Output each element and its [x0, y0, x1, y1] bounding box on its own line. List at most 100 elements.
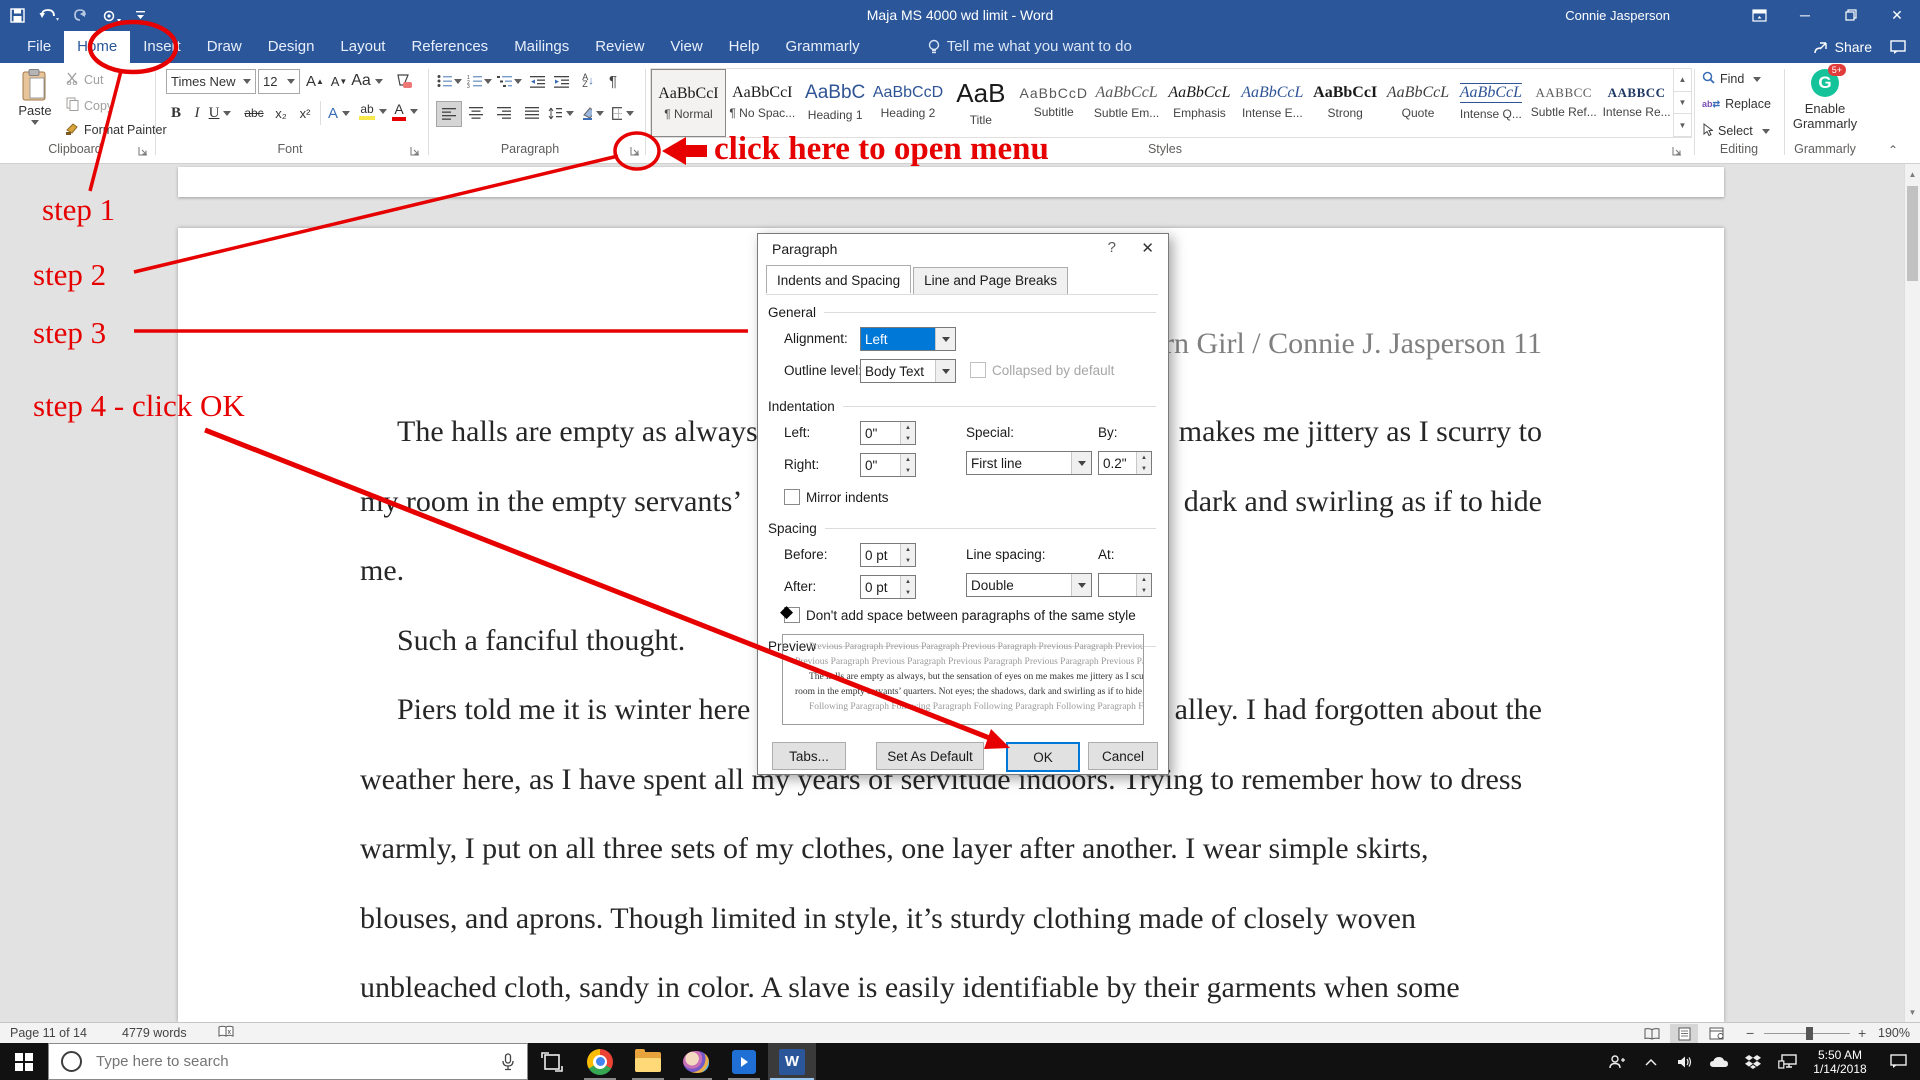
minimize-button[interactable]: ─: [1782, 0, 1828, 30]
zoom-level[interactable]: 190%: [1878, 1026, 1910, 1040]
spin-down-icon[interactable]: ▼: [1137, 585, 1151, 596]
spin-up-icon[interactable]: ▲: [901, 454, 915, 465]
increase-indent-button[interactable]: [550, 69, 572, 93]
alignment-dropdown[interactable]: Left: [860, 327, 956, 351]
word-count[interactable]: 4779 words: [122, 1026, 187, 1040]
subscript-button[interactable]: x₂: [270, 101, 292, 125]
spin-down-icon[interactable]: ▼: [901, 555, 915, 566]
taskbar-file-explorer[interactable]: [624, 1043, 672, 1080]
superscript-button[interactable]: x²: [294, 101, 316, 125]
set-as-default-button[interactable]: Set As Default: [876, 742, 984, 770]
taskbar-movies-app[interactable]: [720, 1043, 768, 1080]
page-indicator[interactable]: Page 11 of 14: [10, 1026, 87, 1040]
font-name-combo[interactable]: Times New Ro: [166, 69, 256, 94]
cancel-button[interactable]: Cancel: [1088, 742, 1158, 770]
spin-up-icon[interactable]: ▲: [1137, 452, 1151, 463]
spin-down-icon[interactable]: ▼: [901, 465, 915, 476]
dialog-close-icon[interactable]: ✕: [1141, 239, 1154, 257]
style-normal[interactable]: AaBbCcI ¶ Normal: [651, 69, 726, 137]
copy-button[interactable]: Copy: [66, 97, 113, 114]
tab-view[interactable]: View: [657, 31, 715, 63]
style-no-spacing[interactable]: AaBbCcI ¶ No Spac...: [726, 69, 799, 135]
vertical-scrollbar[interactable]: ▲ ▼: [1904, 164, 1920, 1022]
italic-button[interactable]: I: [188, 101, 206, 125]
zoom-in-icon[interactable]: +: [1858, 1025, 1866, 1041]
style-strong[interactable]: AaBbCcI Strong: [1309, 69, 1382, 135]
line-spacing-button[interactable]: [548, 101, 578, 125]
tabs-button[interactable]: Tabs...: [772, 742, 846, 770]
collapse-ribbon-icon[interactable]: ⌃: [1888, 143, 1898, 157]
style-emphasis[interactable]: AaBbCcL Emphasis: [1163, 69, 1236, 135]
sort-button[interactable]: A Z ↓: [576, 69, 600, 93]
by-spinner[interactable]: 0.2" ▲ ▼: [1098, 451, 1152, 475]
indent-left-spinner[interactable]: 0" ▲ ▼: [860, 421, 916, 445]
align-left-button[interactable]: [436, 101, 462, 127]
replace-button[interactable]: ab⇄ Replace: [1702, 97, 1771, 111]
clipboard-dialog-launcher-icon[interactable]: [138, 144, 152, 158]
grow-font-button[interactable]: A ▲: [304, 69, 326, 93]
styles-more-icon[interactable]: ▼: [1674, 114, 1691, 138]
enable-grammarly-button[interactable]: G 5+ Enable Grammarly: [1790, 64, 1860, 131]
bullets-button[interactable]: [436, 69, 462, 93]
style-heading-1[interactable]: AaBbC Heading 1: [799, 69, 872, 135]
tab-references[interactable]: References: [398, 31, 501, 63]
styles-dialog-launcher-icon[interactable]: [1672, 144, 1686, 158]
align-right-button[interactable]: [492, 101, 516, 125]
style-intense-emphasis[interactable]: AaBbCcL Intense E...: [1236, 69, 1309, 135]
tab-grammarly[interactable]: Grammarly: [773, 31, 873, 63]
justify-button[interactable]: [520, 101, 544, 125]
taskbar-chrome[interactable]: [576, 1043, 624, 1080]
text-effects-button[interactable]: A: [326, 101, 356, 125]
line-spacing-dropdown[interactable]: Double: [966, 573, 1092, 597]
taskbar-word[interactable]: W: [768, 1043, 816, 1080]
styles-scroll-up-icon[interactable]: ▲: [1674, 69, 1691, 92]
spin-down-icon[interactable]: ▼: [1137, 463, 1151, 474]
volume-icon[interactable]: [1668, 1043, 1702, 1080]
start-button[interactable]: [0, 1043, 48, 1080]
tab-help[interactable]: Help: [716, 31, 773, 63]
style-title[interactable]: AaB Title: [944, 69, 1017, 135]
font-color-button[interactable]: A: [392, 99, 422, 123]
spin-down-icon[interactable]: ▼: [901, 587, 915, 598]
spin-up-icon[interactable]: ▲: [901, 544, 915, 555]
tab-review[interactable]: Review: [582, 31, 657, 63]
shading-button[interactable]: [582, 101, 608, 125]
numbering-button[interactable]: 123: [466, 69, 492, 93]
strikethrough-button[interactable]: abc: [240, 101, 268, 125]
style-quote[interactable]: AaBbCcL Quote: [1382, 69, 1455, 135]
at-spinner[interactable]: ▲ ▼: [1098, 573, 1152, 597]
read-mode-icon[interactable]: [1638, 1024, 1666, 1043]
paragraph-dialog-launcher-icon[interactable]: [630, 144, 644, 158]
tell-me-box[interactable]: Tell me what you want to do: [928, 38, 1132, 63]
tab-design[interactable]: Design: [255, 31, 328, 63]
action-center-icon[interactable]: [1876, 1043, 1920, 1080]
decrease-indent-button[interactable]: [526, 69, 548, 93]
style-intense-reference[interactable]: AABBCC Intense Re...: [1600, 69, 1673, 135]
tab-draw[interactable]: Draw: [194, 31, 255, 63]
select-button[interactable]: Select: [1702, 122, 1774, 139]
dropbox-icon[interactable]: [1736, 1043, 1770, 1080]
zoom-slider-thumb[interactable]: [1806, 1027, 1813, 1040]
restore-button[interactable]: [1828, 0, 1874, 30]
font-size-combo[interactable]: 12: [258, 69, 300, 94]
outline-level-dropdown[interactable]: Body Text: [860, 359, 956, 383]
shrink-font-button[interactable]: A ▼: [328, 69, 350, 93]
comments-icon[interactable]: [1890, 40, 1906, 54]
ribbon-display-options-icon[interactable]: [1736, 0, 1782, 30]
zoom-out-icon[interactable]: −: [1746, 1025, 1754, 1041]
people-icon[interactable]: [1600, 1043, 1634, 1080]
proofing-errors-icon[interactable]: x: [218, 1025, 235, 1042]
spin-down-icon[interactable]: ▼: [901, 433, 915, 444]
task-view-button[interactable]: [528, 1043, 576, 1080]
dialog-tab-indents-spacing[interactable]: Indents and Spacing: [766, 265, 912, 293]
borders-button[interactable]: [612, 101, 638, 125]
show-hide-pilcrow-button[interactable]: ¶: [602, 69, 624, 93]
style-intense-quote[interactable]: AaBbCcL Intense Q...: [1454, 69, 1527, 135]
style-subtle-emphasis[interactable]: AaBbCcL Subtle Em...: [1090, 69, 1163, 135]
styles-scroll-down-icon[interactable]: ▼: [1674, 92, 1691, 115]
format-painter-button[interactable]: Format Painter: [66, 122, 167, 138]
clear-formatting-icon[interactable]: [392, 69, 416, 93]
multilevel-list-button[interactable]: [496, 69, 522, 93]
underline-button[interactable]: U: [208, 101, 236, 125]
scroll-down-icon[interactable]: ▼: [1905, 1004, 1920, 1020]
